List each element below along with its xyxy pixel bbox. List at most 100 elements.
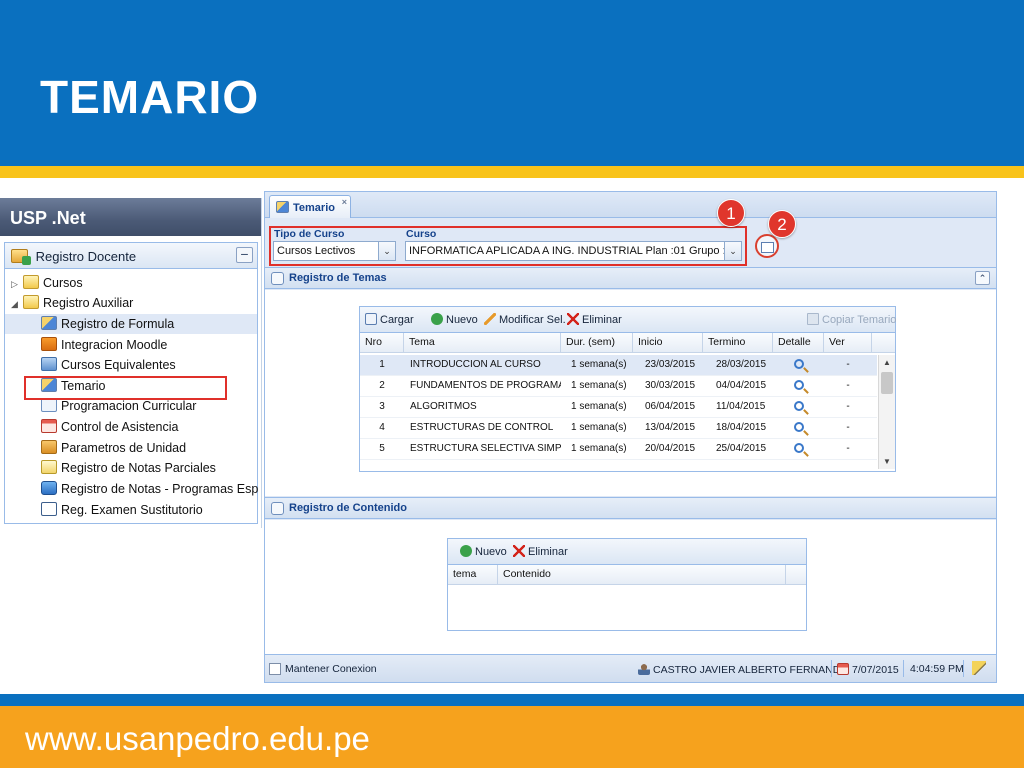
tab-close-icon[interactable]: ×	[342, 197, 347, 207]
column-header[interactable]: Contenido	[498, 565, 786, 585]
date-value: 7/07/2015	[852, 664, 899, 676]
button-label: Modificar Sel.	[499, 314, 566, 326]
keep-alive-checkbox[interactable]	[269, 663, 281, 675]
tab-strip: Temario ×	[265, 192, 996, 218]
callout-step-1: 1	[717, 199, 745, 227]
tree-item-label: Programacion Curricular	[61, 399, 197, 413]
user-name: CASTRO JAVIER ALBERTO FERNANDO	[653, 664, 849, 676]
header-accent-stripe	[0, 166, 1024, 178]
tree-item-label: Reg. Examen Sustitutorio	[61, 503, 203, 517]
modificar-button[interactable]: Modificar Sel.	[484, 313, 566, 326]
tree-item-control-de-asistencia[interactable]: Control de Asistencia	[41, 417, 178, 437]
magnifier-icon[interactable]	[793, 422, 804, 432]
copiar-temario-button[interactable]: Copiar Temario	[807, 313, 896, 326]
cell-termino: 18/04/2015	[716, 422, 767, 433]
registro-de-temas-body: Cargar Nuevo Modificar Sel. Eliminar Cop…	[265, 290, 996, 496]
current-time: 4:04:59 PM	[910, 663, 964, 675]
cell-duracion: 1 semana(s)	[571, 359, 627, 370]
slide-header: TEMARIO	[0, 0, 1024, 166]
detail-cell	[773, 355, 824, 376]
tree-item-label: Parametros de Unidad	[61, 441, 187, 455]
tree-item-registro-de-notas-parciales[interactable]: Registro de Notas Parciales	[41, 458, 216, 478]
moodle-icon	[41, 337, 57, 351]
tree-item-parametros-de-unidad[interactable]: Parametros de Unidad	[41, 438, 186, 458]
tab-temario[interactable]: Temario ×	[269, 195, 351, 218]
pencil-corner-icon[interactable]	[972, 661, 986, 675]
nuevo-tema-button[interactable]: Nuevo	[431, 313, 478, 326]
eliminar-tema-button[interactable]: Eliminar	[567, 313, 622, 326]
cell-ver: -	[846, 401, 850, 412]
column-header[interactable]: Tema	[404, 333, 561, 353]
load-course-button[interactable]	[755, 234, 779, 258]
temas-scrollbar[interactable]: ▲ ▼	[878, 355, 895, 469]
current-date: 7/07/2015	[837, 663, 899, 676]
calendar-icon	[837, 663, 849, 675]
magnifier-icon[interactable]	[793, 443, 804, 453]
cell-nro: 5	[379, 443, 385, 454]
folder-open-icon	[23, 295, 39, 309]
collapse-up-icon[interactable]: ⌃	[975, 271, 990, 285]
scroll-thumb[interactable]	[881, 372, 893, 394]
eliminar-contenido-button[interactable]: Eliminar	[513, 545, 568, 558]
table-row[interactable]: 2 FUNDAMENTOS DE PROGRAMA... 1 semana(s)…	[360, 376, 877, 397]
tree-item-label: Cursos Equivalentes	[61, 358, 176, 372]
status-separator	[903, 660, 904, 677]
cell-tema: FUNDAMENTOS DE PROGRAMA...	[410, 380, 561, 391]
temario-app-window: Temario × Tipo de Curso Cursos Lectivos …	[264, 191, 997, 683]
cell-nro: 4	[379, 422, 385, 433]
cell-inicio: 06/04/2015	[645, 401, 696, 412]
collapse-arrow-icon[interactable]: ◢	[11, 294, 23, 314]
magnifier-icon[interactable]	[793, 380, 804, 390]
current-user: CASTRO JAVIER ALBERTO FERNANDO	[638, 663, 848, 676]
scroll-down-icon[interactable]: ▼	[879, 454, 895, 469]
registro-de-contenido-body: Nuevo Eliminar tema Contenido	[265, 520, 996, 654]
column-header[interactable]: Dur. (sem)	[561, 333, 633, 353]
column-header[interactable]: Detalle	[773, 333, 824, 353]
panel-title: Registro Docente	[35, 249, 137, 264]
column-header[interactable]: Nro	[360, 333, 404, 353]
cell-duracion: 1 semana(s)	[571, 380, 627, 391]
registro-docente-icon	[11, 249, 31, 265]
table-row[interactable]: 3 ALGORITMOS 1 semana(s) 06/04/2015 11/0…	[360, 397, 877, 418]
magnifier-icon[interactable]	[793, 401, 804, 411]
cell-termino: 11/04/2015	[716, 401, 766, 412]
tree-item-reg-examen-sustitutorio[interactable]: Reg. Examen Sustitutorio	[41, 500, 203, 520]
table-row[interactable]: 4 ESTRUCTURAS DE CONTROL 1 semana(s) 13/…	[360, 418, 877, 439]
tree-item-cursos-equivalentes[interactable]: Cursos Equivalentes	[41, 355, 176, 375]
tree-node-registro-auxiliar[interactable]: ◢ Registro Auxiliar	[11, 293, 133, 313]
cell-termino: 28/03/2015	[716, 359, 767, 370]
cell-duracion: 1 semana(s)	[571, 401, 627, 412]
column-header[interactable]: Inicio	[633, 333, 703, 353]
tree-item-integracion-moodle[interactable]: Integracion Moodle	[41, 335, 167, 355]
tree-item-registro-de-formula[interactable]: Registro de Formula	[5, 314, 257, 334]
cargar-button[interactable]: Cargar	[365, 313, 414, 326]
column-header[interactable]: tema	[448, 565, 498, 585]
column-header[interactable]: Termino	[703, 333, 773, 353]
column-header[interactable]: Ver	[824, 333, 872, 353]
cell-termino: 25/04/2015	[716, 443, 767, 454]
expand-arrow-icon[interactable]: ▷	[11, 274, 23, 294]
panel-header: Registro Docente −	[5, 243, 257, 269]
button-label: Cargar	[380, 314, 414, 326]
edit-note-icon	[276, 201, 289, 213]
copy-icon	[807, 313, 819, 325]
refresh-icon	[271, 272, 284, 285]
temas-toolbar: Cargar Nuevo Modificar Sel. Eliminar Cop…	[360, 307, 896, 333]
tree-item-registro-de-notas-programas-esp[interactable]: Registro de Notas - Programas Esp	[41, 479, 258, 499]
scroll-up-icon[interactable]: ▲	[879, 355, 895, 370]
nuevo-contenido-button[interactable]: Nuevo	[460, 545, 507, 558]
cell-termino: 04/04/2015	[716, 380, 767, 391]
filter-highlight-box	[269, 226, 747, 266]
load-icon	[365, 313, 377, 325]
tree-node-cursos[interactable]: ▷ Cursos	[11, 273, 83, 293]
table-row[interactable]: 1 INTRODUCCION AL CURSO 1 semana(s) 23/0…	[360, 355, 877, 376]
table-row[interactable]: 5 ESTRUCTURA SELECTIVA SIMPLE 1 semana(s…	[360, 439, 877, 460]
registro-de-temas-header: Registro de Temas ⌃	[265, 267, 996, 289]
status-separator	[963, 660, 964, 677]
magnifier-icon[interactable]	[793, 359, 804, 369]
cell-inicio: 23/03/2015	[645, 359, 696, 370]
delete-x-icon	[513, 545, 525, 557]
collapse-button[interactable]: −	[236, 247, 253, 263]
temario-highlight-box	[24, 376, 227, 400]
footer-url: www.usanpedro.edu.pe	[25, 720, 370, 757]
